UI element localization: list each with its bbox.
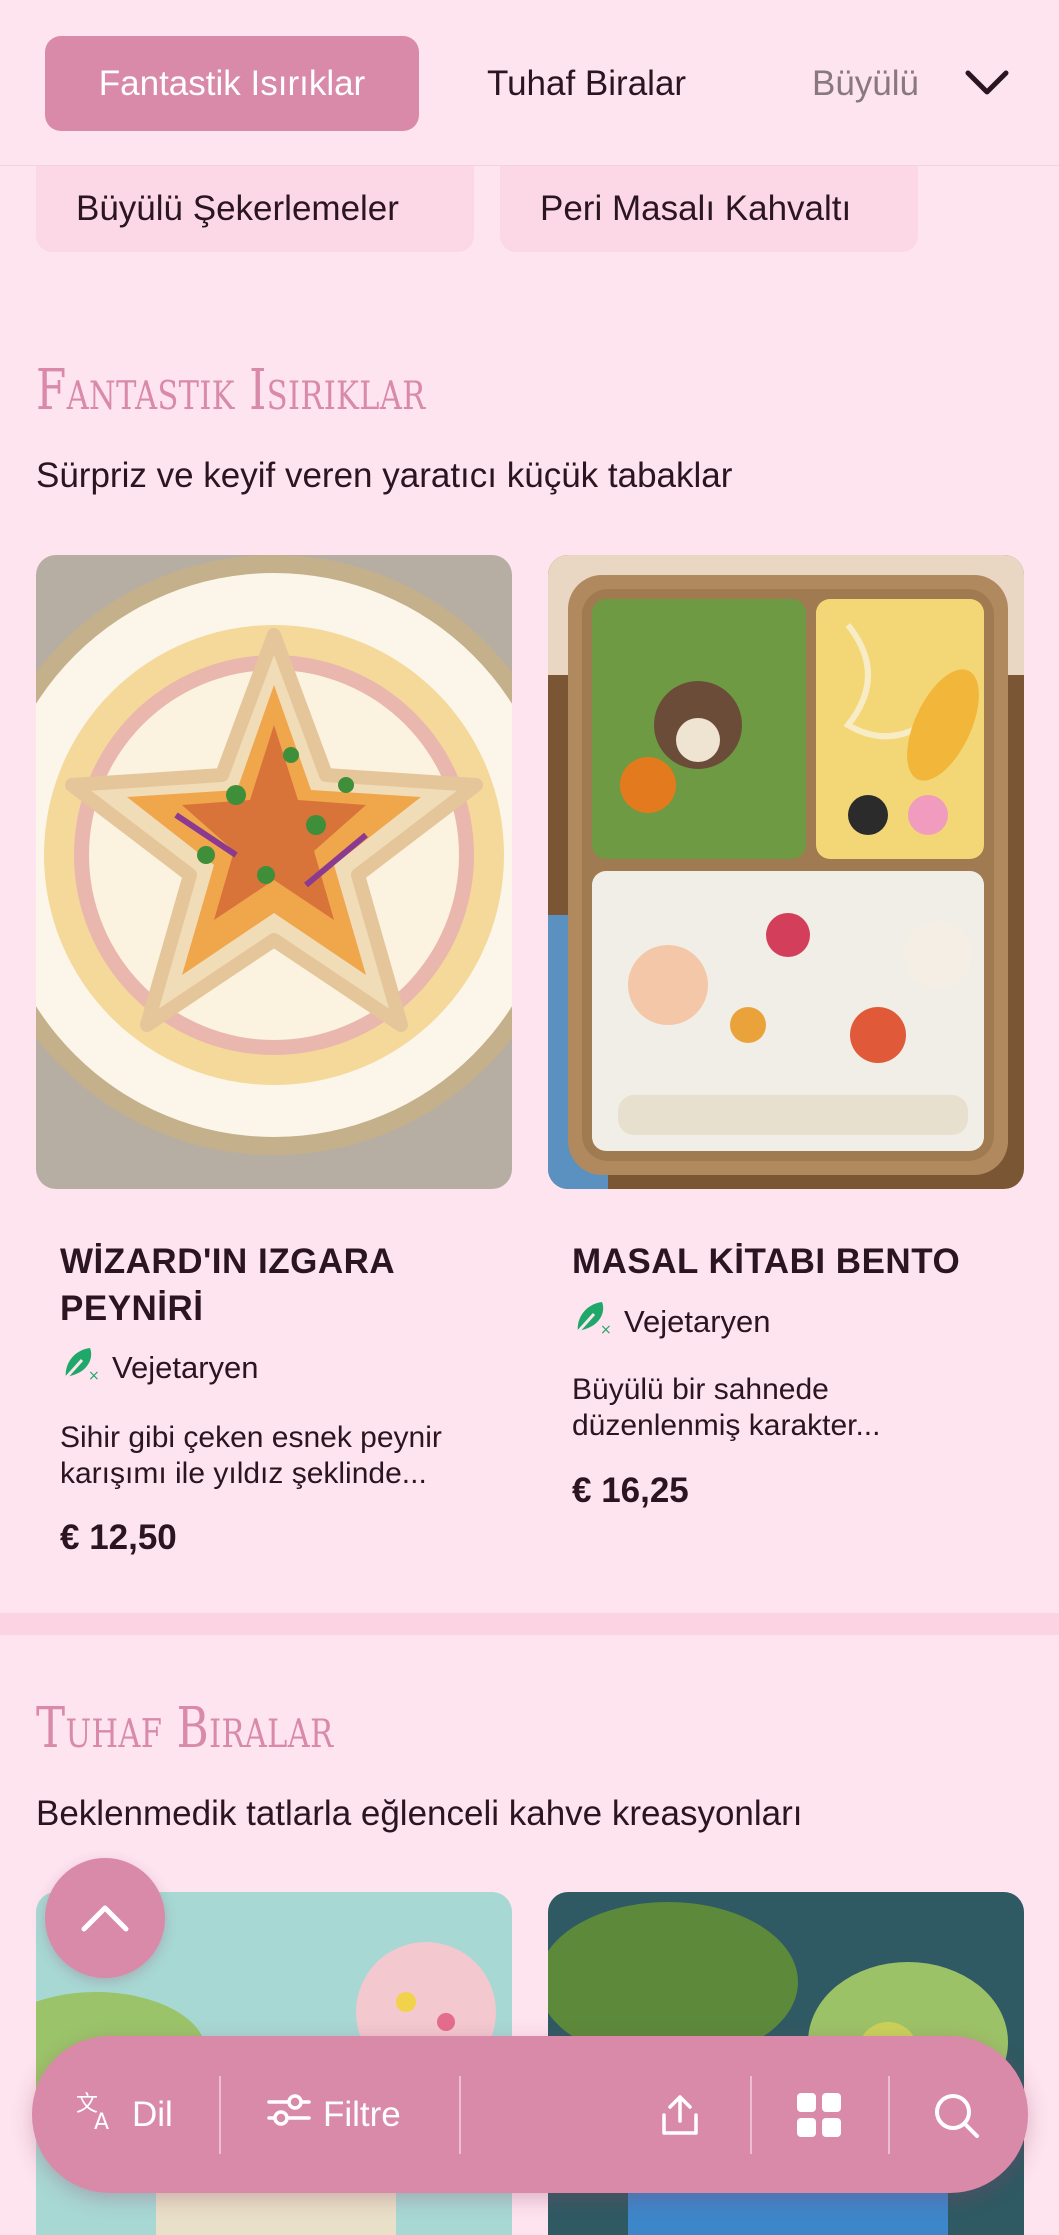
filter-button[interactable]: Filtre <box>267 2036 401 2193</box>
language-label: Dil <box>132 2094 173 2134</box>
share-button[interactable] <box>656 2036 704 2193</box>
section-divider <box>0 1613 1059 1635</box>
chevron-up-icon <box>81 1905 129 1932</box>
item-title[interactable]: MASAL KİTABI BENTO <box>572 1238 992 1285</box>
diet-text: Vejetaryen <box>112 1350 259 1385</box>
sliders-icon <box>267 2090 311 2139</box>
vegetarian-icon: × <box>572 1298 612 1346</box>
item-title[interactable]: WİZARD'IN IZGARA PEYNİRİ <box>60 1238 480 1332</box>
tab-buyulu[interactable]: Büyülü <box>812 36 919 131</box>
category-nav: Fantastik Isırıklar Tuhaf Biralar Büyülü <box>0 0 1059 166</box>
chip-buyulu-sekerlemeler[interactable]: Büyülü Şekerlemeler <box>36 166 474 252</box>
language-button[interactable]: 文A Dil <box>74 2036 173 2193</box>
tab-fantastik-isiriklar[interactable]: Fantastik Isırıklar <box>45 36 419 131</box>
section-subtitle: Sürpriz ve keyif veren yaratıcı küçük ta… <box>36 456 733 495</box>
chevron-down-icon[interactable] <box>955 55 1019 111</box>
item-price: € 12,50 <box>60 1518 177 1557</box>
diet-label: × Vejetaryen <box>60 1344 259 1392</box>
filter-label: Filtre <box>323 2094 401 2134</box>
scroll-to-top-button[interactable] <box>45 1858 165 1978</box>
grid-icon <box>797 2092 841 2137</box>
chip-peri-masali-kahvalti[interactable]: Peri Masalı Kahvaltı <box>500 166 918 252</box>
item-description: Büyülü bir sahnede düzenlenmiş karakter.… <box>572 1373 881 1442</box>
search-button[interactable] <box>932 2036 980 2193</box>
tab-tuhaf-biralar[interactable]: Tuhaf Biralar <box>487 36 686 131</box>
diet-text: Vejetaryen <box>624 1304 771 1339</box>
svg-text:×: × <box>88 1368 100 1384</box>
toolbar-divider <box>750 2076 752 2154</box>
share-icon <box>662 2094 698 2135</box>
diet-label: × Vejetaryen <box>572 1298 771 1346</box>
section-title: Fantastik Isırıklar <box>36 358 426 423</box>
section-subtitle: Beklenmedik tatlarla eğlenceli kahve kre… <box>36 1794 803 1833</box>
search-icon <box>935 2093 979 2138</box>
item-price: € 16,25 <box>572 1471 689 1510</box>
toolbar-divider <box>219 2076 221 2154</box>
bottom-toolbar: 文A Dil Filtre <box>32 2036 1028 2193</box>
grid-view-button[interactable] <box>795 2036 843 2193</box>
vegetarian-icon: × <box>60 1344 100 1392</box>
star-sandwich-image[interactable] <box>36 555 512 1189</box>
section-title: Tuhaf Biralar <box>36 1696 334 1761</box>
toolbar-divider <box>459 2076 461 2154</box>
translate-icon: 文A <box>74 2087 120 2142</box>
svg-text:×: × <box>600 1322 612 1338</box>
bento-box-image[interactable] <box>548 555 1024 1189</box>
item-description: Sihir gibi çeken esnek peynir karışımı i… <box>60 1421 442 1490</box>
toolbar-divider <box>888 2076 890 2154</box>
svg-text:A: A <box>94 2110 109 2133</box>
